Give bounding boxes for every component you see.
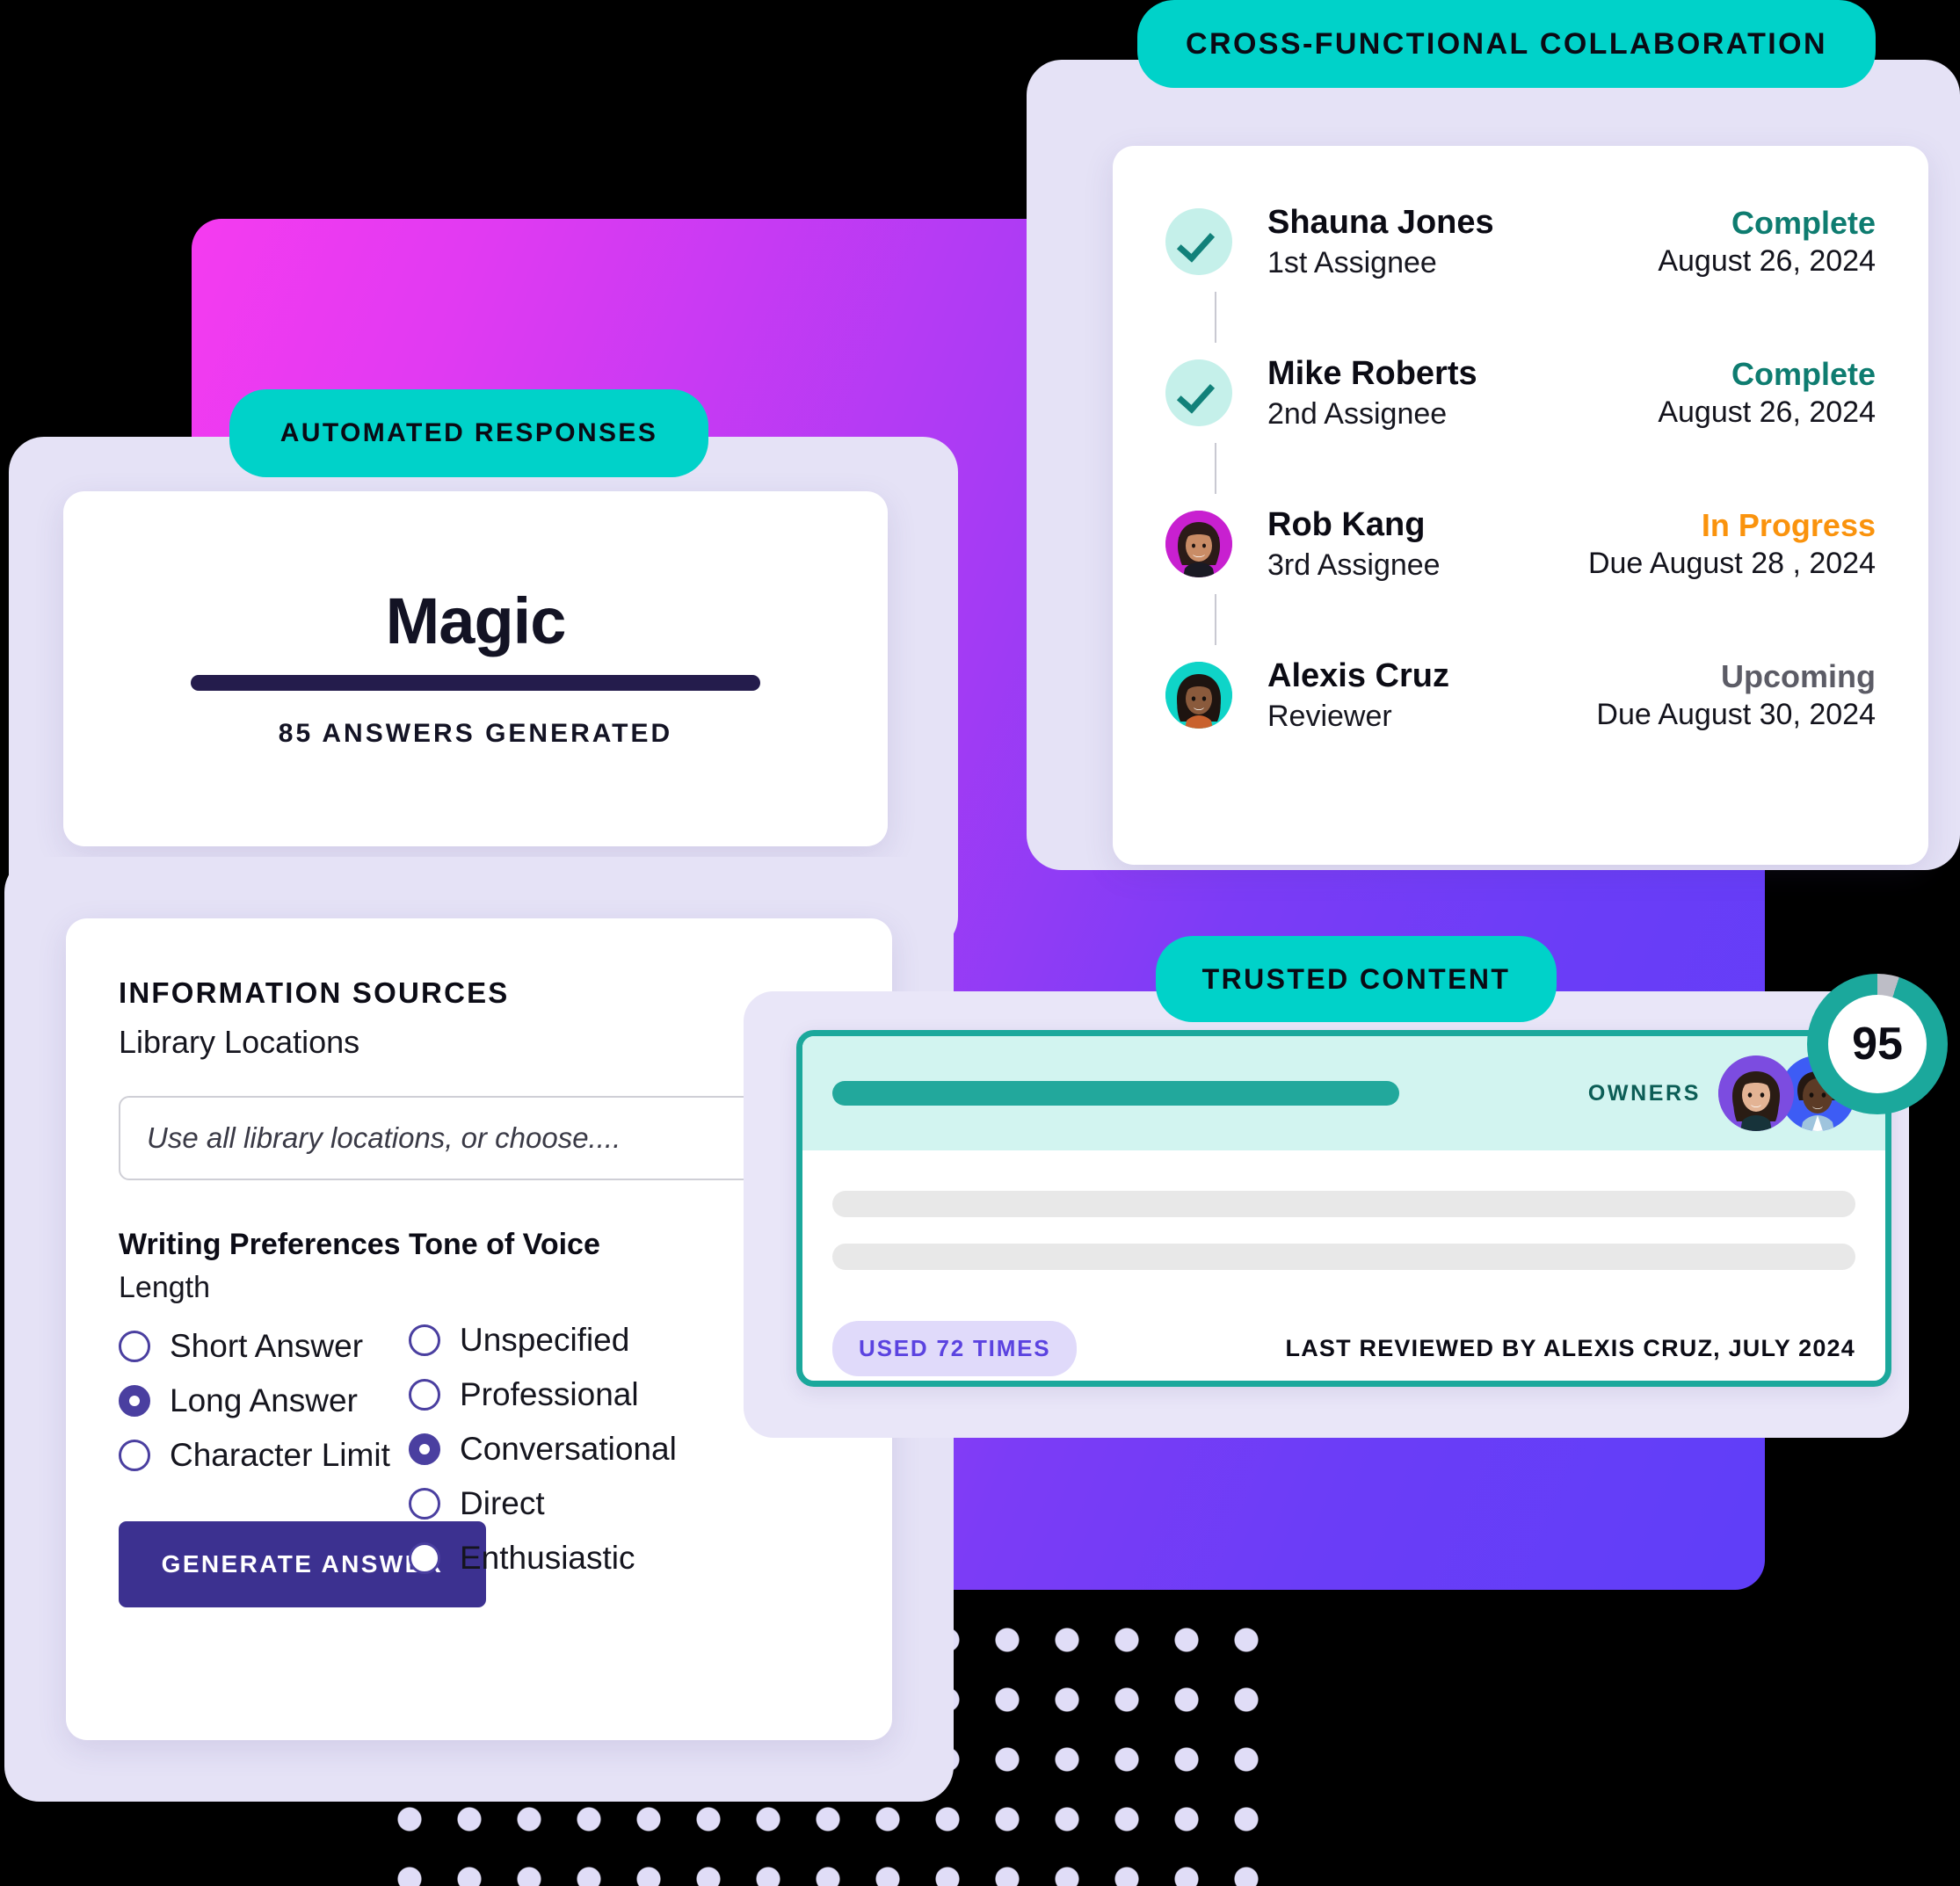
writing-preferences-group: Writing Preferences Length Short Answer …: [119, 1228, 486, 1607]
answers-generated-count: 85 ANSWERS GENERATED: [278, 719, 673, 748]
status-block: Complete August 26, 2024: [1658, 203, 1876, 280]
radio-icon-unselected[interactable]: [409, 1324, 440, 1356]
tone-of-voice-group: Tone of Voice Unspecified Professional C…: [409, 1228, 760, 1607]
collaboration-card-frame: Shauna Jones 1st Assignee Complete Augus…: [1027, 60, 1960, 870]
status-date: August 26, 2024: [1658, 395, 1876, 430]
status-block: Upcoming Due August 30, 2024: [1596, 656, 1876, 734]
assignee-info: Alexis Cruz Reviewer: [1267, 656, 1596, 735]
magic-card: Magic 85 ANSWERS GENERATED: [63, 491, 888, 846]
trust-score-value: 95: [1852, 1019, 1903, 1070]
check-icon: [1165, 359, 1232, 426]
assignee-row[interactable]: Shauna Jones 1st Assignee Complete Augus…: [1165, 192, 1876, 343]
status-badge: Upcoming: [1721, 658, 1876, 695]
automated-responses-pill: AUTOMATED RESPONSES: [229, 389, 708, 477]
timeline-connector: [1215, 292, 1216, 343]
radio-label: Unspecified: [460, 1322, 630, 1358]
radio-label: Long Answer: [170, 1382, 358, 1418]
last-reviewed-text: LAST REVIEWED BY ALEXIS CRUZ, JULY 2024: [1285, 1335, 1855, 1361]
radio-icon-unselected[interactable]: [119, 1331, 150, 1362]
radio-professional[interactable]: Professional: [409, 1376, 760, 1413]
avatar: [1165, 511, 1232, 577]
assignee-role: Reviewer: [1267, 699, 1392, 733]
radio-long-answer[interactable]: Long Answer: [119, 1382, 409, 1419]
trusted-content-card: OWNERS USED 72 TIMES LAST REVIEWED BY AL…: [796, 1030, 1891, 1387]
status-date: August 26, 2024: [1658, 244, 1876, 279]
radio-conversational[interactable]: Conversational: [409, 1431, 760, 1468]
assignee-row[interactable]: Alexis Cruz Reviewer Upcoming Due August…: [1165, 645, 1876, 745]
radio-label: Conversational: [460, 1431, 677, 1467]
trusted-content-card-frame: OWNERS USED 72 TIMES LAST REVIEWED BY AL…: [744, 991, 1909, 1438]
promo-composite: Magic 85 ANSWERS GENERATED AUTOMATED RES…: [0, 0, 1960, 1886]
radio-label: Character Limit: [170, 1437, 390, 1473]
assignee-info: Rob Kang 3rd Assignee: [1267, 504, 1588, 584]
assignee-name: Mike Roberts: [1267, 355, 1477, 392]
magic-divider-bar: [191, 675, 760, 691]
library-locations-input[interactable]: Use all library locations, or choose....: [119, 1096, 809, 1180]
radio-label: Enthusiastic: [460, 1540, 635, 1576]
collaboration-card: Shauna Jones 1st Assignee Complete Augus…: [1113, 146, 1928, 865]
status-block: Complete August 26, 2024: [1658, 354, 1876, 432]
trusted-content-body: [802, 1150, 1885, 1270]
status-date: Due August 30, 2024: [1596, 698, 1876, 732]
magic-title: Magic: [385, 584, 567, 657]
assignee-info: Shauna Jones 1st Assignee: [1267, 202, 1658, 281]
status-block: In Progress Due August 28 , 2024: [1588, 505, 1876, 583]
owners-label: OWNERS: [1587, 1080, 1701, 1106]
radio-direct[interactable]: Direct: [409, 1485, 760, 1522]
timeline-connector: [1215, 594, 1216, 645]
radio-unspecified[interactable]: Unspecified: [409, 1322, 760, 1359]
status-badge: In Progress: [1701, 507, 1876, 544]
radio-icon-selected[interactable]: [119, 1385, 150, 1417]
usage-count-badge: USED 72 TIMES: [832, 1321, 1078, 1376]
trusted-content-pill: TRUSTED CONTENT: [1156, 936, 1557, 1022]
assignee-role: 2nd Assignee: [1267, 396, 1448, 431]
timeline-connector: [1215, 443, 1216, 494]
radio-icon-selected[interactable]: [409, 1433, 440, 1465]
status-badge: Complete: [1731, 205, 1876, 242]
length-label: Length: [119, 1271, 210, 1304]
radio-icon-unselected[interactable]: [409, 1488, 440, 1520]
assignee-row[interactable]: Rob Kang 3rd Assignee In Progress Due Au…: [1165, 494, 1876, 645]
writing-preferences-heading: Writing Preferences: [119, 1228, 401, 1261]
trusted-content-footer: USED 72 TIMES LAST REVIEWED BY ALEXIS CR…: [802, 1296, 1885, 1376]
radio-icon-unselected[interactable]: [409, 1379, 440, 1411]
library-locations-placeholder: Use all library locations, or choose....: [147, 1121, 621, 1154]
avatar[interactable]: [1718, 1055, 1794, 1131]
content-placeholder-line: [832, 1191, 1855, 1217]
radio-label: Professional: [460, 1376, 639, 1412]
assignee-name: Shauna Jones: [1267, 204, 1494, 241]
assignee-info: Mike Roberts 2nd Assignee: [1267, 353, 1658, 432]
tone-of-voice-heading: Tone of Voice: [409, 1228, 600, 1261]
trusted-content-header: OWNERS: [802, 1036, 1885, 1150]
trust-score-ring: 95: [1807, 974, 1948, 1114]
radio-icon-unselected[interactable]: [409, 1542, 440, 1574]
assignee-role: 3rd Assignee: [1267, 548, 1441, 582]
radio-label: Short Answer: [170, 1328, 364, 1364]
status-date: Due August 28 , 2024: [1587, 547, 1876, 581]
cross-functional-collaboration-pill: CROSS-FUNCTIONAL COLLABORATION: [1137, 0, 1876, 88]
check-icon: [1165, 208, 1232, 275]
assignee-role: 1st Assignee: [1267, 245, 1437, 279]
assignee-name: Alexis Cruz: [1267, 657, 1449, 694]
radio-enthusiastic[interactable]: Enthusiastic: [409, 1540, 760, 1577]
assignee-name: Rob Kang: [1267, 506, 1426, 543]
status-badge: Complete: [1731, 356, 1876, 393]
radio-short-answer[interactable]: Short Answer: [119, 1328, 409, 1365]
radio-icon-unselected[interactable]: [119, 1440, 150, 1471]
assignee-row[interactable]: Mike Roberts 2nd Assignee Complete Augus…: [1165, 343, 1876, 494]
radio-label: Direct: [460, 1485, 545, 1521]
title-placeholder-bar: [832, 1081, 1399, 1106]
radio-character-limit[interactable]: Character Limit: [119, 1437, 409, 1474]
avatar: [1165, 662, 1232, 729]
content-placeholder-line: [832, 1244, 1855, 1270]
